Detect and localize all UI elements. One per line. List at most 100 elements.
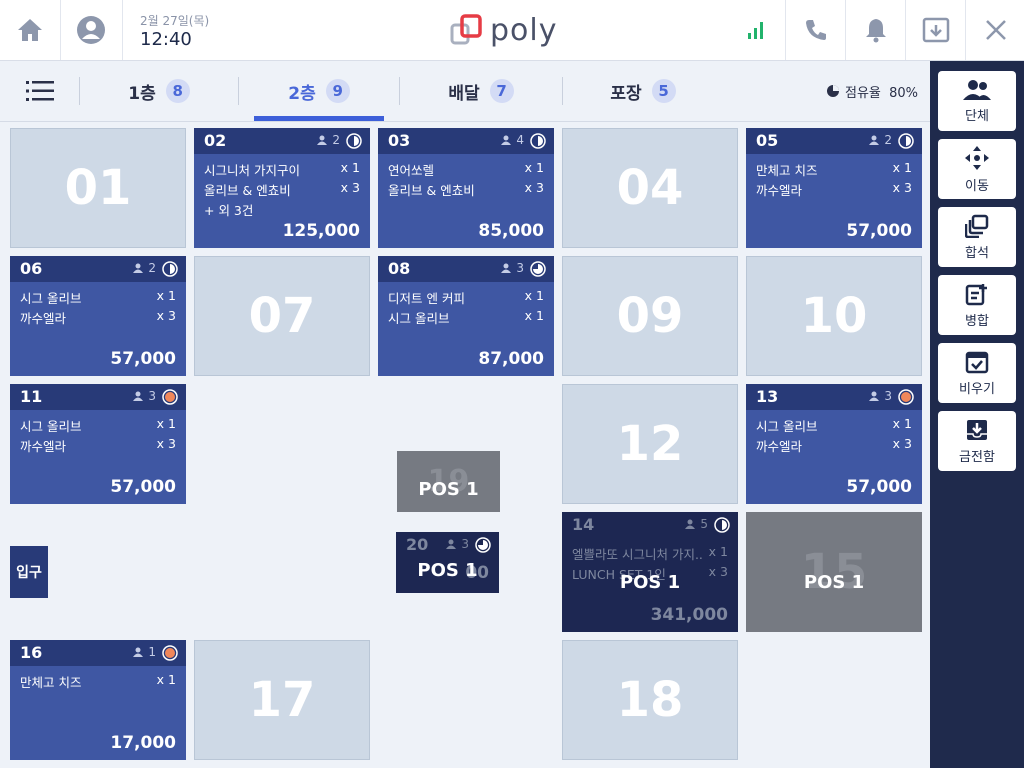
table-06[interactable]: 06 2 시그 올리브 x 1 까수엘라 x 3 57,000 [10, 256, 186, 376]
guest-count: 2 [869, 133, 892, 147]
tab-count-badge: 8 [165, 79, 190, 103]
table-header: 16 1 [10, 640, 186, 666]
order-items: 시그 올리브 x 1 까수엘라 x 3 [20, 416, 176, 456]
table-header: 08 3 [378, 256, 554, 282]
entrance-marker: 입구 [10, 546, 48, 598]
table-number: 18 [616, 672, 684, 728]
table-03[interactable]: 03 4 연어쏘렐 x 1 올리브 & 엔쵸비 x 3 85,000 [378, 128, 554, 248]
tab-count-badge: 7 [489, 79, 514, 103]
table-01[interactable]: 01 [10, 128, 186, 248]
table-08[interactable]: 08 3 디저트 엔 커피 x 1 시그 올리브 x 1 87,000 [378, 256, 554, 376]
home-button[interactable] [0, 0, 60, 60]
order-item: 까수엘라 x 3 [20, 436, 176, 456]
order-items: 연어쏘렐 x 1 올리브 & 엔쵸비 x 3 [388, 160, 544, 200]
item-qty: x 3 [892, 180, 912, 195]
table-02[interactable]: 02 2 시그니처 가지구이 x 1 올리브 & 엔쵸비 x 3 + 외 3건 125,000 [194, 128, 370, 248]
signal-status [726, 0, 786, 60]
item-name: 만체고 치즈 [20, 675, 82, 690]
guest-count: 5 [685, 517, 708, 531]
table-18[interactable]: 18 [562, 640, 738, 760]
tab-takeout[interactable]: 포장 5 [563, 61, 723, 121]
order-item: 까수엘라 x 3 [756, 180, 912, 200]
cash-drawer-button[interactable]: 금전함 [938, 411, 1016, 471]
item-qty: x 3 [892, 436, 912, 451]
table-19[interactable]: 19 POS 1 [397, 451, 500, 512]
join-table-button[interactable]: 합석 [938, 207, 1016, 267]
item-qty: x 1 [156, 288, 176, 303]
table-number: 10 [800, 288, 868, 344]
stack-icon [965, 214, 989, 238]
menu-button[interactable] [14, 61, 66, 121]
table-12[interactable]: 12 [562, 384, 738, 504]
tab-delivery[interactable]: 배달 7 [400, 61, 562, 121]
item-name: 시그니처 가지구이 [204, 163, 300, 178]
group-button[interactable]: 단체 [938, 71, 1016, 131]
table-number: 17 [248, 672, 316, 728]
table-05[interactable]: 05 2 만체고 치즈 x 1 까수엘라 x 3 57,000 [746, 128, 922, 248]
table-20[interactable]: 20 3 00 POS 1 [396, 532, 499, 593]
guest-count: 2 [317, 133, 340, 147]
profile-button[interactable] [61, 0, 121, 60]
order-total: 17,000 [110, 733, 176, 753]
order-item: 시그 올리브 x 1 [20, 288, 176, 308]
order-total: 57,000 [110, 477, 176, 497]
order-items: 시그니처 가지구이 x 1 올리브 & 엔쵸비 x 3 + 외 3건 [204, 160, 360, 220]
tab-count-badge: 5 [651, 79, 676, 103]
order-item: 엘쁠라또 시그니처 가지.. x 1 [572, 544, 728, 564]
table-09[interactable]: 09 [562, 256, 738, 376]
item-name: 시그 올리브 [20, 419, 82, 434]
order-items: 디저트 엔 커피 x 1 시그 올리브 x 1 [388, 288, 544, 328]
order-total: 57,000 [110, 349, 176, 369]
table-number: 01 [64, 160, 132, 216]
order-item: 시그니처 가지구이 x 1 [204, 160, 360, 180]
alert-status-icon [162, 645, 178, 661]
table-number: 06 [20, 259, 43, 278]
item-name: 디저트 엔 커피 [388, 291, 465, 306]
download-icon [922, 17, 950, 43]
table-13[interactable]: 13 3 시그 올리브 x 1 까수엘라 x 3 57,000 [746, 384, 922, 504]
table-number: 04 [616, 160, 684, 216]
move-button[interactable]: 이동 [938, 139, 1016, 199]
table-15[interactable]: 15 POS 1 [746, 512, 922, 632]
timer-status-icon [530, 133, 546, 149]
item-name: 까수엘라 [20, 439, 67, 454]
person-icon [317, 135, 328, 145]
table-number: 20 [406, 535, 429, 554]
table-11[interactable]: 11 3 시그 올리브 x 1 까수엘라 x 3 57,000 [10, 384, 186, 504]
table-17[interactable]: 17 [194, 640, 370, 760]
bell-icon [866, 19, 886, 43]
date-label: 2월 27일(목) [140, 14, 210, 28]
alert-status-icon [162, 389, 178, 405]
item-qty: x 1 [892, 416, 912, 431]
order-item: 연어쏘렐 x 1 [388, 160, 544, 180]
close-button[interactable] [966, 0, 1024, 60]
item-name: 시그 올리브 [388, 311, 450, 326]
table-14[interactable]: 14 5 엘쁠라또 시그니처 가지.. x 1 LUNCH SET 1인 x 3 341,0… [562, 512, 738, 632]
clear-table-button[interactable]: 비우기 [938, 343, 1016, 403]
tab-floor-2[interactable]: 2층 9 [239, 61, 399, 121]
person-icon [446, 539, 457, 549]
phone-button[interactable] [786, 0, 846, 60]
tab-floor-1[interactable]: 1층 8 [80, 61, 238, 121]
item-name: 엘쁠라또 시그니처 가지.. [572, 547, 703, 562]
floor-tab-bar: 1층 8 2층 9 배달 7 포장 5 점유율 80% [0, 61, 930, 122]
occupancy-rate: 점유율 80% [826, 61, 918, 121]
item-name: 올리브 & 엔쵸비 [388, 183, 475, 198]
table-header: 13 3 [746, 384, 922, 410]
item-qty: x 1 [524, 288, 544, 303]
table-07[interactable]: 07 [194, 256, 370, 376]
download-button[interactable] [906, 0, 966, 60]
order-item: 올리브 & 엔쵸비 x 3 [388, 180, 544, 200]
item-qty: x 1 [156, 672, 176, 687]
item-name: 까수엘라 [756, 183, 803, 198]
menu-icon [26, 81, 54, 101]
table-10[interactable]: 10 [746, 256, 922, 376]
notification-button[interactable] [846, 0, 906, 60]
merge-button[interactable]: 병합 [938, 275, 1016, 335]
guest-count: 4 [501, 133, 524, 147]
item-qty: x 3 [156, 436, 176, 451]
guest-count: 1 [133, 645, 156, 659]
table-16[interactable]: 16 1 만체고 치즈 x 1 17,000 [10, 640, 186, 760]
table-header: 02 2 [194, 128, 370, 154]
table-04[interactable]: 04 [562, 128, 738, 248]
